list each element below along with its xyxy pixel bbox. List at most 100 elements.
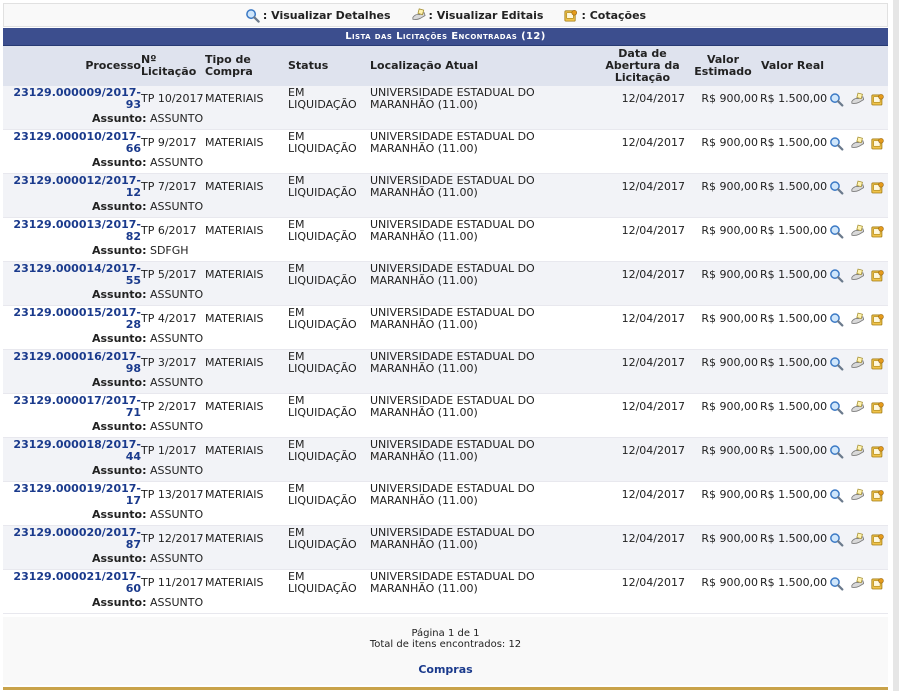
magnifier-icon[interactable] — [829, 92, 844, 107]
data-cell: 12/04/2017 — [621, 400, 685, 413]
valor-real-cell: R$ 1.500,00 — [760, 92, 828, 105]
quotation-icon[interactable] — [870, 136, 885, 151]
row-actions — [827, 268, 885, 283]
localizacao-cell: UNIVERSIDADE ESTADUAL DO MARANHÃO (11.00… — [370, 570, 535, 595]
processo-link[interactable]: 23129.000014/2017-55 — [13, 262, 141, 287]
quotation-icon[interactable] — [870, 180, 885, 195]
assunto-value: ASSUNTO — [149, 596, 204, 609]
quotation-icon[interactable] — [870, 92, 885, 107]
processo-link[interactable]: 23129.000018/2017-44 — [13, 438, 141, 463]
tipo-cell: MATERIAIS — [205, 356, 264, 369]
status-cell: EM LIQUIDAÇÃO — [288, 526, 357, 551]
scrollbar[interactable] — [893, 0, 899, 691]
assunto-line: Assunto: ASSUNTO — [3, 332, 888, 349]
hand-document-icon[interactable] — [850, 488, 865, 503]
magnifier-icon[interactable] — [829, 444, 844, 459]
hand-document-icon[interactable] — [850, 532, 865, 547]
quotation-icon[interactable] — [870, 224, 885, 239]
assunto-label: Assunto: — [92, 596, 147, 609]
tipo-cell: MATERIAIS — [205, 180, 264, 193]
valor-real-cell: R$ 1.500,00 — [760, 488, 828, 501]
quotation-icon[interactable] — [870, 532, 885, 547]
processo-link[interactable]: 23129.000021/2017-60 — [13, 570, 141, 595]
quotation-icon[interactable] — [870, 488, 885, 503]
quotation-icon[interactable] — [870, 312, 885, 327]
header-valor-real: Valor Real — [760, 59, 825, 72]
data-cell: 12/04/2017 — [621, 576, 685, 589]
licitacao-cell: TP 9/2017 — [141, 136, 197, 149]
magnifier-icon[interactable] — [829, 488, 844, 503]
hand-document-icon[interactable] — [850, 268, 865, 283]
processo-link[interactable]: 23129.000015/2017-28 — [13, 306, 141, 331]
legend-cotacoes: : Cotações — [563, 8, 646, 23]
licitacao-cell: TP 11/2017 — [141, 576, 204, 589]
hand-document-icon[interactable] — [850, 312, 865, 327]
valor-estimado-cell: R$ 900,00 — [701, 356, 758, 369]
assunto-line: Assunto: SDFGH — [3, 244, 888, 261]
quotation-icon[interactable] — [870, 444, 885, 459]
table-row: 23129.000015/2017-28 TP 4/2017 MATERIAIS… — [3, 306, 888, 350]
magnifier-icon[interactable] — [829, 268, 844, 283]
processo-link[interactable]: 23129.000012/2017-12 — [13, 174, 141, 199]
processo-link[interactable]: 23129.000016/2017-98 — [13, 350, 141, 375]
processo-link[interactable]: 23129.000010/2017-66 — [13, 130, 141, 155]
table-row: 23129.000021/2017-60 TP 11/2017 MATERIAI… — [3, 570, 888, 614]
magnifier-icon[interactable] — [829, 224, 844, 239]
magnifier-icon[interactable] — [829, 136, 844, 151]
row-actions — [827, 356, 885, 371]
valor-estimado-cell: R$ 900,00 — [701, 400, 758, 413]
localizacao-cell: UNIVERSIDADE ESTADUAL DO MARANHÃO (11.00… — [370, 526, 535, 551]
hand-document-icon[interactable] — [850, 92, 865, 107]
licitacao-cell: TP 3/2017 — [141, 356, 197, 369]
valor-estimado-cell: R$ 900,00 — [701, 136, 758, 149]
row-actions — [827, 224, 885, 239]
assunto-label: Assunto: — [92, 332, 147, 345]
hand-document-icon[interactable] — [850, 444, 865, 459]
hand-document-icon[interactable] — [850, 224, 865, 239]
quotation-icon[interactable] — [870, 400, 885, 415]
compras-link[interactable]: Compras — [3, 663, 888, 676]
processo-link[interactable]: 23129.000020/2017-87 — [13, 526, 141, 551]
assunto-label: Assunto: — [92, 244, 147, 257]
row-actions — [827, 532, 885, 547]
quotation-icon[interactable] — [870, 268, 885, 283]
status-cell: EM LIQUIDAÇÃO — [288, 218, 357, 243]
bottom-bar — [3, 687, 888, 690]
legend-cotacoes-label: : Cotações — [581, 8, 647, 22]
status-cell: EM LIQUIDAÇÃO — [288, 482, 357, 507]
tipo-cell: MATERIAIS — [205, 488, 264, 501]
hand-document-icon[interactable] — [850, 576, 865, 591]
status-cell: EM LIQUIDAÇÃO — [288, 350, 357, 375]
processo-link[interactable]: 23129.000017/2017-71 — [13, 394, 141, 419]
processo-link[interactable]: 23129.000009/2017-93 — [13, 86, 141, 111]
quotation-icon[interactable] — [870, 356, 885, 371]
assunto-label: Assunto: — [92, 288, 147, 301]
valor-real-cell: R$ 1.500,00 — [760, 400, 828, 413]
licitacao-cell: TP 10/2017 — [141, 92, 204, 105]
hand-document-icon[interactable] — [850, 136, 865, 151]
hand-document-icon[interactable] — [850, 180, 865, 195]
status-cell: EM LIQUIDAÇÃO — [288, 570, 357, 595]
assunto-value: ASSUNTO — [149, 376, 204, 389]
licitacao-cell: TP 6/2017 — [141, 224, 197, 237]
quotation-icon[interactable] — [870, 576, 885, 591]
magnifier-icon[interactable] — [829, 356, 844, 371]
magnifier-icon — [246, 8, 260, 23]
header-localizacao: Localização Atual — [370, 59, 479, 72]
magnifier-icon[interactable] — [829, 312, 844, 327]
valor-real-cell: R$ 1.500,00 — [760, 268, 828, 281]
magnifier-icon[interactable] — [829, 400, 844, 415]
magnifier-icon[interactable] — [829, 532, 844, 547]
hand-document-icon[interactable] — [850, 400, 865, 415]
header-licitacao: Nº Licitação — [141, 53, 197, 78]
assunto-line: Assunto: ASSUNTO — [3, 156, 888, 173]
hand-document-icon[interactable] — [850, 356, 865, 371]
processo-link[interactable]: 23129.000019/2017-17 — [13, 482, 141, 507]
status-cell: EM LIQUIDAÇÃO — [288, 174, 357, 199]
magnifier-icon[interactable] — [829, 576, 844, 591]
valor-estimado-cell: R$ 900,00 — [701, 180, 758, 193]
assunto-value: ASSUNTO — [149, 200, 204, 213]
processo-link[interactable]: 23129.000013/2017-82 — [13, 218, 141, 243]
valor-real-cell: R$ 1.500,00 — [760, 356, 828, 369]
magnifier-icon[interactable] — [829, 180, 844, 195]
